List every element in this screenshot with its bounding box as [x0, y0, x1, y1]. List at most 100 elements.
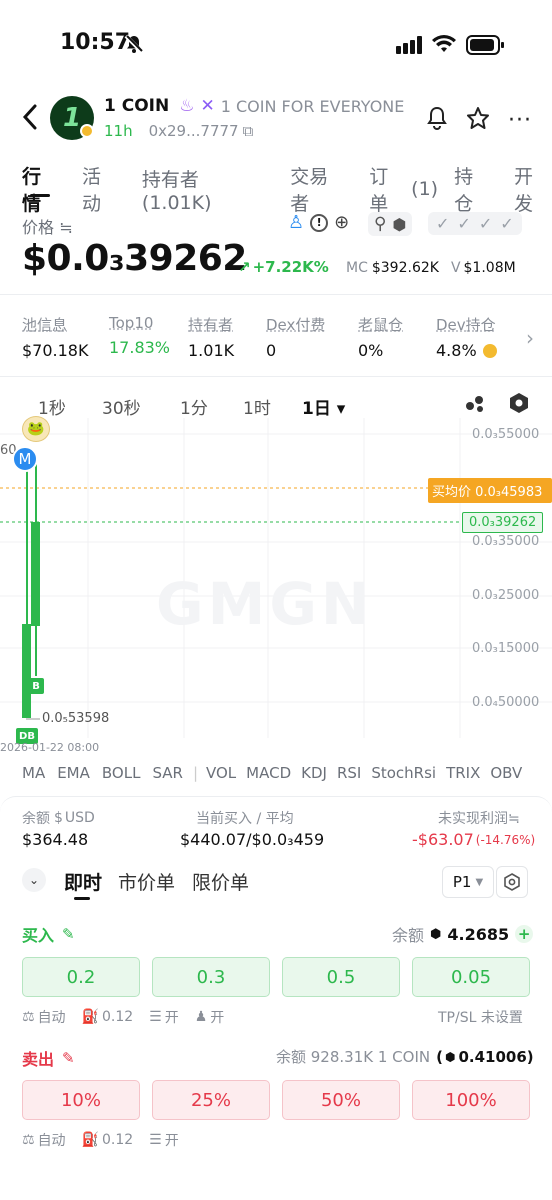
marker-db-label: DB	[19, 730, 35, 742]
order-tab-limit[interactable]: 限价单	[192, 868, 249, 895]
ind-boll[interactable]: BOLL	[102, 764, 141, 782]
twitter-x-icon[interactable]: ✕	[200, 96, 214, 116]
buy-amount-button[interactable]: 0.05	[412, 957, 530, 997]
status-time: 10:57	[60, 30, 131, 55]
user-icon[interactable]: ♙	[288, 212, 304, 233]
indicator-dots-icon[interactable]	[464, 394, 486, 418]
wifi-icon	[432, 34, 456, 58]
ind-sar[interactable]: SAR	[152, 764, 182, 782]
order-tab-instant[interactable]: 即时	[64, 868, 102, 895]
mev-icon: ☰	[149, 1009, 162, 1025]
stat-holders[interactable]: 持有者 1.01K	[188, 314, 234, 360]
buy-opt-gas[interactable]: 0.12	[102, 1009, 133, 1025]
ind-macd[interactable]: MACD	[246, 764, 291, 782]
buy-opt-slippage[interactable]: 自动	[38, 1007, 66, 1027]
add-funds-icon[interactable]: +	[515, 925, 534, 943]
y-tick: 0.0₄50000	[472, 695, 540, 710]
tf-30s[interactable]: 30秒	[102, 394, 141, 419]
edit-icon[interactable]: ✎	[62, 1049, 75, 1067]
ind-kdj[interactable]: KDJ	[301, 764, 327, 782]
sell-pct-button[interactable]: 25%	[152, 1080, 270, 1120]
stat-value: 4.8%	[436, 341, 477, 360]
mc-label: MC	[346, 260, 368, 276]
tf-1h[interactable]: 1时	[243, 394, 271, 419]
preset-value: P1	[452, 873, 472, 891]
divider	[0, 376, 552, 377]
frog-avatar-icon[interactable]: 🐸	[22, 416, 50, 442]
tf-1d[interactable]: 1日 ▾	[302, 394, 345, 419]
more-icon[interactable]: ···	[508, 108, 532, 133]
pnl-value: -$63.07	[412, 830, 474, 849]
flame-icon: ♨	[179, 96, 195, 116]
v-value: $1.08M	[463, 260, 516, 276]
sell-opt-slippage[interactable]: 自动	[38, 1130, 66, 1150]
buy-opt-mev[interactable]: 开	[165, 1007, 179, 1027]
chevron-down-icon: ⌄	[28, 873, 40, 887]
settings-hex-icon[interactable]	[508, 392, 530, 418]
ind-stochrsi[interactable]: StochRsi	[371, 764, 436, 782]
stats-next-icon[interactable]: ›	[526, 326, 534, 350]
ind-obv[interactable]: OBV	[490, 764, 522, 782]
tpsl-status[interactable]: TP/SL 未设置	[438, 1007, 523, 1027]
stat-rat[interactable]: 老鼠仓 0%	[358, 314, 403, 360]
search-icon[interactable]: ⚲	[374, 214, 386, 234]
stat-label: 持有者	[188, 316, 234, 334]
ind-ma[interactable]: MA	[22, 764, 45, 782]
stat-top10[interactable]: Top10 17.83%	[109, 314, 170, 357]
current-price-badge: 0.0₃39262	[462, 512, 544, 533]
sell-balance-close: )	[526, 1047, 534, 1066]
preset-select[interactable]: P1 ▼	[442, 866, 494, 898]
buy-amount-button[interactable]: 0.3	[152, 957, 270, 997]
token-address[interactable]: 0x29...7777	[149, 122, 239, 140]
star-icon[interactable]	[466, 106, 490, 134]
stat-pool[interactable]: 池信息 $70.18K	[22, 314, 88, 360]
ind-vol[interactable]: VOL	[206, 764, 236, 782]
ind-trix[interactable]: TRIX	[446, 764, 480, 782]
tf-1m[interactable]: 1分	[180, 394, 208, 419]
person-icon: ♟	[194, 1009, 208, 1025]
tf-1s[interactable]: 1秒	[38, 394, 66, 419]
sell-opt-gas[interactable]: 0.12	[102, 1132, 133, 1148]
divider	[0, 294, 552, 295]
buy-opt-copy[interactable]: 开	[210, 1007, 224, 1027]
sell-pct-button[interactable]: 10%	[22, 1080, 140, 1120]
order-tab-market[interactable]: 市价单	[118, 868, 175, 895]
tab-positions[interactable]: 持仓	[454, 162, 492, 216]
tab-market[interactable]: 行情	[22, 162, 60, 216]
cube-icon[interactable]: ⬢	[392, 215, 406, 234]
sell-pct-button[interactable]: 50%	[282, 1080, 400, 1120]
tab-dev[interactable]: 开发	[514, 162, 552, 216]
collapse-button[interactable]: ⌄	[22, 868, 46, 892]
trade-settings-icon[interactable]	[496, 866, 528, 898]
stat-value: 17.83%	[109, 338, 171, 357]
mc-value: $392.62K	[371, 260, 439, 276]
y-tick: 0.0₃55000	[472, 427, 540, 442]
buy-amount-button[interactable]: 0.5	[282, 957, 400, 997]
gas-icon: ⛽	[81, 1132, 99, 1148]
marker-m[interactable]: M	[12, 446, 38, 472]
pnl-label: 未实现利润≒	[438, 811, 520, 827]
back-button[interactable]	[20, 102, 40, 136]
sell-opt-mev[interactable]: 开	[165, 1130, 179, 1150]
bell-icon[interactable]	[426, 106, 448, 134]
ind-ema[interactable]: EMA	[57, 764, 90, 782]
copy-icon[interactable]: ⧉	[243, 122, 254, 140]
alert-icon[interactable]: !	[310, 213, 329, 232]
tab-holders[interactable]: 持有者(1.01K)	[142, 165, 268, 214]
globe-icon[interactable]: ⊕	[334, 212, 349, 233]
tab-traders[interactable]: 交易者	[290, 162, 347, 216]
check-icon: ✓	[500, 214, 514, 233]
check-icon: ✓	[457, 214, 471, 233]
sell-pct-button[interactable]: 100%	[412, 1080, 530, 1120]
marker-b[interactable]: B	[28, 678, 44, 694]
balance-value: $364.48	[22, 830, 89, 849]
tab-activity[interactable]: 活动	[82, 162, 120, 216]
tab-orders[interactable]: 订单	[369, 162, 407, 216]
edit-icon[interactable]: ✎	[62, 925, 75, 943]
ind-rsi[interactable]: RSI	[337, 764, 361, 782]
stat-dev[interactable]: Dev持仓 4.8%	[436, 314, 497, 360]
buy-amount-button[interactable]: 0.2	[22, 957, 140, 997]
sell-balance-text: 余额 928.31K 1 COIN	[276, 1048, 431, 1066]
stat-dex-paid[interactable]: Dex付费 0	[266, 314, 325, 360]
mev-icon: ☰	[149, 1132, 162, 1148]
